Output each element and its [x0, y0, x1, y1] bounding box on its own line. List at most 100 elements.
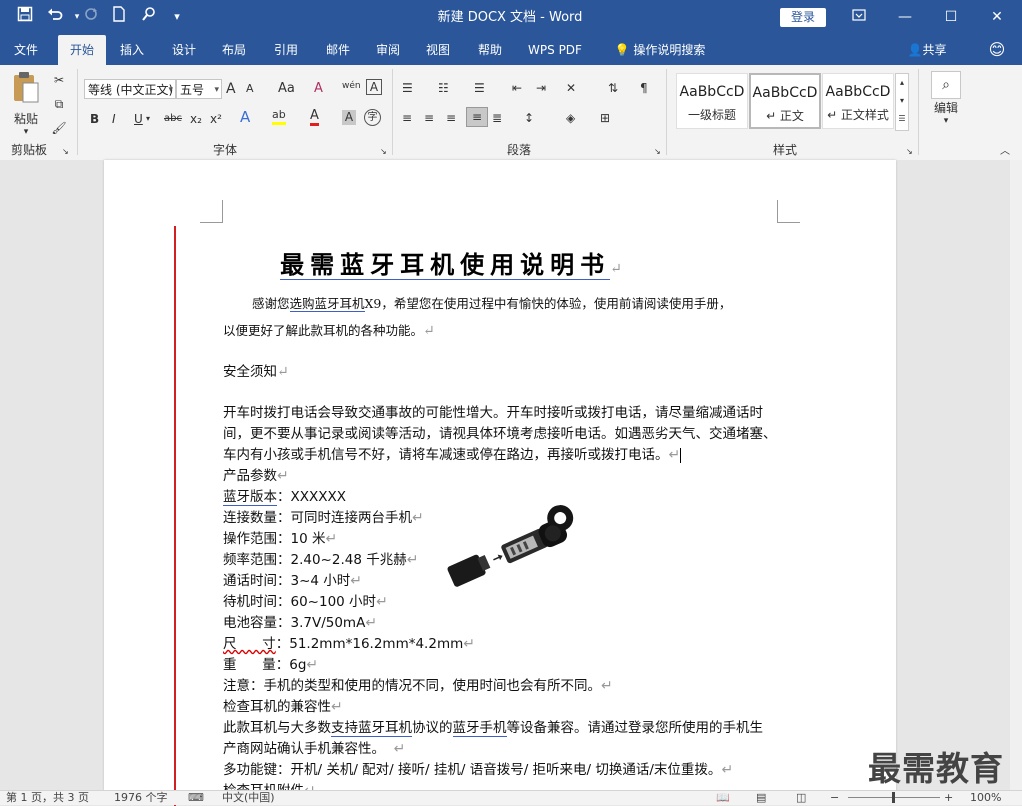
tab-review[interactable]: 审阅 — [366, 35, 410, 65]
paste-button[interactable]: 粘贴 ▾ — [8, 71, 44, 137]
param-row[interactable]: 重 量：6g↵ — [223, 655, 783, 676]
tab-insert[interactable]: 插入 — [110, 35, 154, 65]
align-right-icon[interactable]: ≡ — [446, 109, 456, 127]
justify-icon[interactable]: ≡ — [466, 107, 488, 127]
line-spacing-icon[interactable]: ↕ — [524, 109, 534, 127]
editing-button[interactable]: ⌕ 编辑 ▾ — [928, 71, 964, 126]
text-effects-icon[interactable]: A — [240, 108, 250, 126]
tab-home[interactable]: 开始 — [58, 35, 106, 65]
align-center-icon[interactable]: ≡ — [424, 109, 434, 127]
intro-paragraph-line2[interactable]: 以便更好了解此款耳机的各种功能。↵ — [223, 320, 783, 342]
compat-paragraph[interactable]: 此款耳机与大多数支持蓝牙耳机协议的蓝牙手机等设备兼容。请通过登录您所使用的手机生 — [223, 718, 783, 739]
tab-mailings[interactable]: 邮件 — [316, 35, 360, 65]
underline-button[interactable]: U — [134, 110, 143, 128]
zoom-out-icon[interactable]: − — [830, 791, 839, 805]
tell-me-search[interactable]: 💡 操作说明搜索 — [604, 35, 716, 65]
tab-view[interactable]: 视图 — [416, 35, 460, 65]
character-border-icon[interactable]: A — [366, 79, 382, 95]
tab-references[interactable]: 引用 — [264, 35, 308, 65]
close-icon[interactable]: ✕ — [974, 0, 1020, 35]
format-painter-icon[interactable]: 🖌 — [50, 119, 68, 137]
font-color-icon[interactable]: A — [310, 108, 319, 126]
safety-heading[interactable]: 安全须知↵ — [223, 362, 783, 383]
param-row[interactable]: 待机时间：60~100 小时↵ — [223, 592, 783, 613]
strikethrough-button[interactable]: abc — [164, 110, 182, 128]
increase-indent-icon[interactable]: ⇥ — [536, 79, 546, 97]
highlight-icon[interactable]: ab — [272, 108, 286, 125]
tab-wps-pdf[interactable]: WPS PDF — [522, 35, 588, 65]
collapse-ribbon-icon[interactable]: ︿ — [1000, 143, 1010, 161]
tab-design[interactable]: 设计 — [162, 35, 206, 65]
note-paragraph[interactable]: 注意：手机的类型和使用的情况不同，使用时间也会有所不同。↵ — [223, 676, 783, 697]
clipboard-launcher-icon[interactable]: ↘ — [62, 143, 69, 161]
login-button[interactable]: 登录 — [780, 8, 826, 27]
save-icon[interactable] — [14, 6, 36, 28]
intro-paragraph[interactable]: 感谢您选购蓝牙耳机X9，希望您在使用过程中有愉快的体验，使用前请阅读使用手册， — [252, 293, 812, 314]
share-button[interactable]: 👤共享 — [902, 35, 952, 65]
multifunction-paragraph[interactable]: 多功能键：开机/ 关机/ 配对/ 接听/ 挂机/ 语音拨号/ 拒听来电/ 切换通… — [223, 760, 783, 781]
new-document-icon[interactable] — [108, 6, 130, 28]
print-layout-icon[interactable]: ▤ — [756, 791, 766, 805]
decrease-indent-icon[interactable]: ⇤ — [512, 79, 522, 97]
show-marks-icon[interactable]: ¶ — [640, 79, 648, 97]
earphone-product-image[interactable] — [437, 495, 587, 595]
grow-font-icon[interactable]: A — [226, 80, 236, 98]
superscript-button[interactable]: x² — [210, 110, 222, 128]
language-status[interactable]: 中文(中国) — [222, 791, 275, 805]
maximize-icon[interactable]: ☐ — [928, 0, 974, 35]
web-layout-icon[interactable]: ◫ — [796, 791, 806, 805]
bullets-icon[interactable]: ☰ — [402, 79, 413, 97]
style-body-text[interactable]: AaBbCcD ↵ 正文样式 — [822, 73, 894, 129]
zoom-in-icon[interactable]: + — [944, 791, 953, 805]
copy-icon[interactable]: ⧉ — [50, 95, 68, 113]
minimize-icon[interactable]: — — [882, 0, 928, 35]
underline-dropdown-icon[interactable]: ▾ — [146, 110, 150, 128]
clear-formatting-icon[interactable]: A — [314, 80, 323, 98]
document-title[interactable]: 最需蓝牙耳机使用说明书↵ — [224, 245, 684, 280]
style-normal[interactable]: AaBbCcD ↵ 正文 — [749, 73, 821, 129]
compat-heading[interactable]: 检查耳机的兼容性↵ — [223, 697, 783, 718]
read-mode-icon[interactable]: 📖 — [716, 791, 730, 805]
safety-line[interactable]: 车内有小孩或手机信号不好，请将车减速或停在路边，再接听或拨打电话。↵ — [223, 445, 783, 466]
redo-icon[interactable] — [80, 6, 102, 28]
params-heading[interactable]: 产品参数↵ — [223, 466, 783, 487]
proofing-icon[interactable]: ⌨ — [188, 791, 204, 805]
tab-help[interactable]: 帮助 — [468, 35, 512, 65]
safety-line[interactable]: 开车时拨打电话会导致交通事故的可能性增大。开车时接听或拨打电话，请尽量缩减通话时 — [223, 403, 783, 424]
shading-icon[interactable]: ◈ — [566, 109, 575, 127]
paragraph-launcher-icon[interactable]: ↘ — [654, 143, 661, 161]
param-row[interactable]: 电池容量：3.7V/50mA↵ — [223, 613, 783, 634]
tab-file[interactable]: 文件 — [4, 35, 48, 65]
shrink-font-icon[interactable]: A — [246, 80, 254, 98]
styles-launcher-icon[interactable]: ↘ — [906, 143, 913, 161]
numbering-icon[interactable]: ☷ — [438, 79, 449, 97]
multilevel-list-icon[interactable]: ☰ — [474, 79, 485, 97]
smiley-feedback-icon[interactable]: 😊 — [982, 35, 1012, 65]
bold-button[interactable]: B — [90, 110, 99, 128]
sort-icon[interactable]: ⇅ — [608, 79, 618, 97]
customize-qat-icon[interactable]: ▾ — [166, 6, 188, 28]
undo-icon[interactable] — [44, 6, 66, 28]
chinese-layout-icon[interactable]: ✕ — [566, 79, 576, 97]
page-count[interactable]: 第 1 页，共 3 页 — [6, 791, 89, 805]
enclose-characters-icon[interactable]: 字 — [364, 109, 381, 126]
subscript-button[interactable]: x₂ — [190, 110, 202, 128]
tab-layout[interactable]: 布局 — [212, 35, 256, 65]
ribbon-display-icon[interactable] — [836, 0, 882, 35]
zoom-slider-thumb[interactable] — [892, 792, 895, 803]
document-page[interactable]: 最需蓝牙耳机使用说明书↵ 感谢您选购蓝牙耳机X9，希望您在使用过程中有愉快的体验… — [104, 160, 896, 806]
distributed-icon[interactable]: ≣ — [492, 109, 502, 127]
compat-paragraph-line2[interactable]: 产商网站确认手机兼容性。 ↵ — [223, 739, 783, 760]
cut-icon[interactable]: ✂ — [50, 71, 68, 89]
font-name-combo[interactable]: 等线 (中文正文) ▾ — [84, 79, 176, 99]
style-heading1[interactable]: AaBbCcD 一级标题 — [676, 73, 748, 129]
touch-mode-icon[interactable] — [138, 6, 160, 28]
change-case-icon[interactable]: Aa — [278, 80, 295, 98]
vertical-scrollbar[interactable] — [1010, 160, 1022, 790]
safety-line[interactable]: 间，更不要从事记录或阅读等活动，请视具体环境考虑接听电话。如遇恶劣天气、交通堵塞… — [223, 424, 783, 445]
styles-scroll-icon[interactable]: ▴ ▾ ☰ — [895, 73, 909, 131]
zoom-level[interactable]: 100% — [970, 791, 1001, 805]
font-size-combo[interactable]: 五号 ▾ — [176, 79, 222, 99]
font-launcher-icon[interactable]: ↘ — [380, 143, 387, 161]
borders-icon[interactable]: ⊞ — [600, 109, 610, 127]
